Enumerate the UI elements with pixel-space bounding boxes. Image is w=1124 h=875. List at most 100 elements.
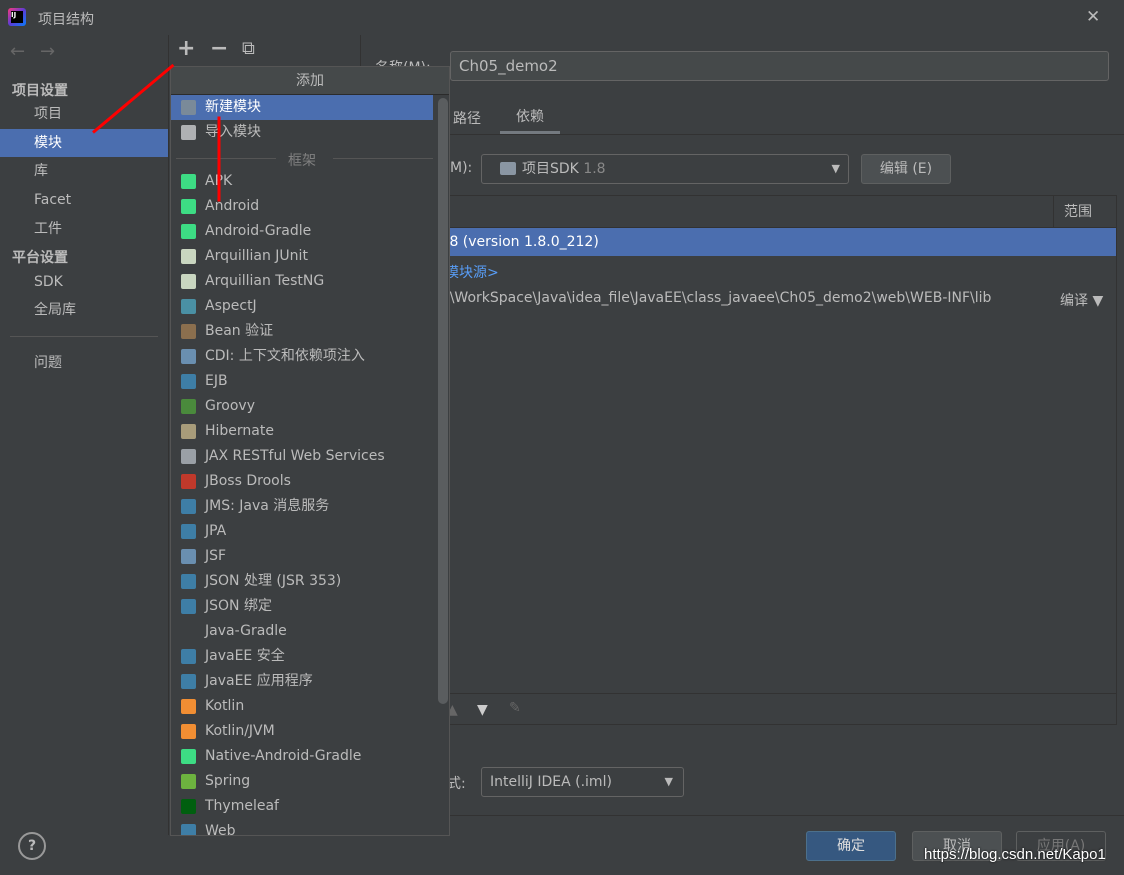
new-module-icon — [181, 100, 196, 115]
menu-item-label: Arquillian TestNG — [205, 273, 325, 289]
framework-icon — [181, 174, 196, 189]
menu-item[interactable]: JavaEE 安全 — [171, 644, 433, 669]
sidebar-item[interactable]: 项目 — [0, 100, 168, 128]
menu-item[interactable]: Groovy — [171, 394, 433, 419]
edit-sdk-button[interactable]: 编辑 (E) — [861, 154, 951, 184]
sdk-value: 项目SDK — [522, 161, 579, 177]
menu-item-label: Kotlin — [205, 698, 245, 714]
chevron-down-icon: ▼ — [664, 775, 673, 788]
column-header-scope[interactable]: 范围 — [1053, 196, 1092, 228]
menu-item[interactable]: JPA — [171, 519, 433, 544]
framework-icon — [181, 299, 196, 314]
close-icon[interactable]: ✕ — [1086, 7, 1100, 27]
add-button[interactable]: + — [177, 36, 195, 61]
framework-icon — [181, 324, 196, 339]
menu-item[interactable]: CDI: 上下文和依赖项注入 — [171, 344, 433, 369]
menu-item-label: JMS: Java 消息服务 — [205, 498, 330, 514]
menu-item[interactable]: Kotlin — [171, 694, 433, 719]
menu-item-label: Kotlin/JVM — [205, 723, 275, 739]
copy-button[interactable]: ⧉ — [242, 38, 255, 59]
menu-item-label: JBoss Drools — [205, 473, 291, 489]
menu-item[interactable]: Thymeleaf — [171, 794, 433, 819]
platform-settings-heading: 平台设置 — [12, 250, 68, 266]
menu-item-label: JAX RESTful Web Services — [205, 448, 385, 464]
framework-icon — [181, 824, 196, 835]
menu-item[interactable]: JSON 绑定 — [171, 594, 433, 619]
dependencies-table: 范围 .8 (version 1.8.0_212) 模块源> :\WorkSpa… — [440, 195, 1117, 725]
menu-item-label: JSON 绑定 — [205, 598, 272, 614]
framework-icon — [181, 799, 196, 814]
menu-item[interactable]: Kotlin/JVM — [171, 719, 433, 744]
menu-item[interactable]: Java-Gradle — [171, 619, 433, 644]
divider — [10, 336, 158, 337]
menu-item[interactable]: Android-Gradle — [171, 219, 433, 244]
menu-item[interactable]: Android — [171, 194, 433, 219]
divider — [168, 35, 169, 835]
sidebar-item[interactable]: 模块 — [0, 128, 168, 157]
menu-item[interactable]: JBoss Drools — [171, 469, 433, 494]
menu-item[interactable]: Bean 验证 — [171, 319, 433, 344]
sdk-dropdown[interactable]: 项目SDK 1.8 ▼ — [481, 154, 849, 184]
framework-icon — [181, 374, 196, 389]
annotation-arrow — [217, 116, 221, 202]
menu-item[interactable]: Arquillian JUnit — [171, 244, 433, 269]
menu-item[interactable]: JavaEE 应用程序 — [171, 669, 433, 694]
menu-item[interactable]: Hibernate — [171, 419, 433, 444]
framework-icon — [181, 424, 196, 439]
framework-icon — [181, 524, 196, 539]
sidebar-item[interactable]: 库 — [0, 157, 168, 185]
menu-item[interactable]: 新建模块 — [171, 95, 433, 120]
menu-item[interactable]: EJB — [171, 369, 433, 394]
tab-dependencies[interactable]: 依赖 — [500, 100, 560, 134]
menu-item[interactable]: Native-Android-Gradle — [171, 744, 433, 769]
menu-item-label: Groovy — [205, 398, 255, 414]
menu-item[interactable]: JMS: Java 消息服务 — [171, 494, 433, 519]
framework-icon — [181, 674, 196, 689]
sidebar-item[interactable]: Facet — [0, 186, 168, 214]
menu-item-label: EJB — [205, 373, 228, 389]
menu-item[interactable]: JAX RESTful Web Services — [171, 444, 433, 469]
sidebar-item[interactable]: 全局库 — [0, 296, 168, 324]
project-settings-heading: 项目设置 — [12, 83, 68, 99]
menu-item[interactable]: Arquillian TestNG — [171, 269, 433, 294]
menu-item[interactable]: JSF — [171, 544, 433, 569]
framework-icon — [181, 474, 196, 489]
menu-item-label: 新建模块 — [205, 99, 261, 115]
framework-icon — [181, 249, 196, 264]
menu-item-label: Web — [205, 823, 236, 836]
framework-icon — [181, 699, 196, 714]
scrollbar[interactable] — [438, 98, 448, 704]
popup-title: 添加 — [171, 67, 449, 95]
move-down-icon[interactable]: ▼ — [477, 702, 488, 718]
menu-item-label: Bean 验证 — [205, 323, 274, 339]
menu-item[interactable]: Web — [171, 819, 433, 836]
framework-icon — [181, 624, 196, 639]
forward-icon[interactable]: → — [40, 41, 55, 62]
name-input[interactable]: Ch05_demo2 — [450, 51, 1109, 81]
help-button[interactable]: ? — [18, 832, 46, 860]
menu-item[interactable]: Spring — [171, 769, 433, 794]
sdk-version: 1.8 — [583, 161, 606, 177]
divider — [440, 815, 1124, 816]
sidebar-item-problems[interactable]: 问题 — [0, 349, 168, 377]
section-header: 框架 — [171, 150, 433, 169]
remove-button[interactable]: − — [210, 36, 228, 61]
back-icon[interactable]: ← — [10, 41, 25, 62]
menu-item[interactable]: AspectJ — [171, 294, 433, 319]
menu-item[interactable]: 导入模块 — [171, 120, 433, 145]
menu-item[interactable]: JSON 处理 (JSR 353) — [171, 569, 433, 594]
sidebar-item[interactable]: 工件 — [0, 215, 168, 243]
table-row[interactable]: :\WorkSpace\Java\idea_file\JavaEE\class_… — [445, 290, 991, 306]
table-row[interactable]: 模块源> — [445, 262, 499, 282]
scope-dropdown[interactable]: 编译 ▼ — [1060, 290, 1103, 310]
menu-item-label: Android-Gradle — [205, 223, 312, 239]
format-dropdown[interactable]: IntelliJ IDEA (.iml) ▼ — [481, 767, 684, 797]
menu-item-label: AspectJ — [205, 298, 257, 314]
sidebar-item[interactable]: SDK — [0, 268, 168, 296]
menu-item[interactable]: APK — [171, 169, 433, 194]
table-row[interactable]: .8 (version 1.8.0_212) — [441, 228, 1116, 256]
menu-item-label: Arquillian JUnit — [205, 248, 308, 264]
ok-button[interactable]: 确定 — [806, 831, 896, 861]
tab-paths[interactable]: 路径 — [453, 108, 481, 128]
edit-icon[interactable]: ✎ — [509, 700, 521, 716]
